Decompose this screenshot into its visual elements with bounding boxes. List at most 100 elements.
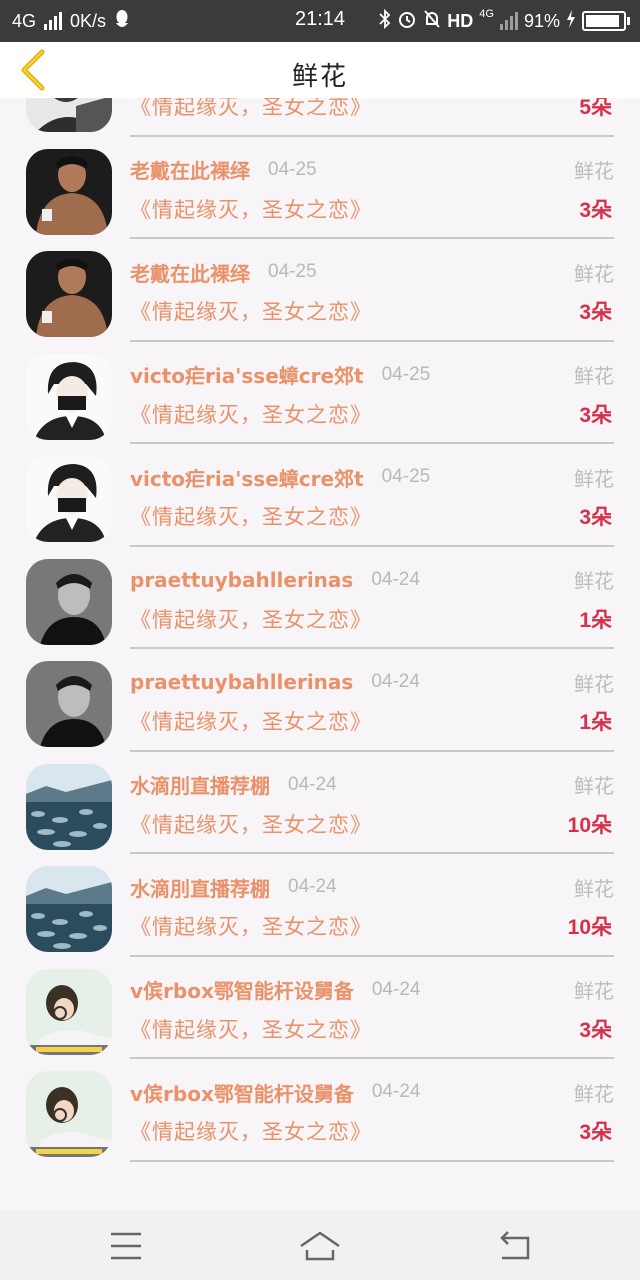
mute-bell-icon [423, 9, 441, 34]
gift-date: 04-24 [371, 671, 420, 692]
record-detail: 《情起缘灭，圣女之恋》 3朵 [130, 398, 614, 430]
book-title[interactable]: 《情起缘灭，圣女之恋》 [130, 604, 372, 634]
flower-count: 3朵 [579, 1121, 612, 1144]
record-header: 水滴刖直播荐棚 04-24 鲜花 [130, 872, 614, 902]
list-item[interactable]: 老戴在此裸绎 04-25 鲜花 《情起缘灭，圣女之恋》 3朵 [0, 235, 640, 342]
menu-icon [111, 1232, 141, 1260]
menu-button[interactable] [104, 1226, 148, 1266]
book-title[interactable]: 《情起缘灭，圣女之恋》 [130, 296, 372, 326]
signal-icon-2 [499, 12, 518, 30]
book-title[interactable]: 《情起缘灭，圣女之恋》 [130, 1116, 372, 1146]
record-header: v傧rbox鄂智能杆设舅备 04-24 鲜花 [130, 975, 614, 1005]
flower-count: 3朵 [579, 506, 612, 529]
avatar[interactable] [26, 968, 112, 1055]
avatar[interactable] [26, 558, 112, 645]
gift-date: 04-24 [371, 1081, 421, 1102]
flower-gift-list[interactable]: steefanoricchi 04-25 鲜花 《情起缘灭，圣女之恋》 5朵 老… [0, 98, 640, 1210]
sender-name[interactable]: v傧rbox鄂智能杆设舅备 [130, 1078, 354, 1107]
flower-count: 3朵 [579, 403, 612, 427]
hd-label: HD [447, 10, 474, 31]
avatar[interactable] [26, 1071, 112, 1157]
home-button[interactable] [298, 1226, 342, 1266]
sender-name[interactable]: victo疟ria'sse蟑cre郊t [130, 463, 364, 492]
record-detail: 《情起缘灭，圣女之恋》 10朵 [130, 910, 614, 942]
list-item[interactable]: 水滴刖直播荐棚 04-24 鲜花 《情起缘灭，圣女之恋》 10朵 [0, 748, 640, 854]
system-nav-bar [0, 1210, 640, 1280]
record-header: 老戴在此裸绎 04-25 鲜花 [130, 257, 614, 287]
record-detail: 《情起缘灭，圣女之恋》 1朵 [130, 603, 614, 635]
book-title[interactable]: 《情起缘灭，圣女之恋》 [130, 1014, 372, 1044]
gift-date: 04-25 [381, 363, 431, 385]
hd-network-label: 4G [479, 8, 494, 20]
sender-name[interactable]: victo疟ria'sse蟑cre郊t [130, 360, 364, 389]
book-title[interactable]: 《情起缘灭，圣女之恋》 [130, 911, 372, 941]
sender-name[interactable]: 水滴刖直播荐棚 [130, 770, 270, 799]
avatar[interactable] [26, 98, 112, 132]
list-item[interactable]: praettuybahllerinas 04-24 鲜花 《情起缘灭，圣女之恋》… [0, 645, 640, 752]
record-header: praettuybahllerinas 04-24 鲜花 [130, 565, 614, 595]
list-item[interactable]: v傧rbox鄂智能杆设舅备 04-24 鲜花 《情起缘灭，圣女之恋》 3朵 [0, 1055, 640, 1162]
avatar[interactable] [26, 763, 112, 850]
book-title[interactable]: 《情起缘灭，圣女之恋》 [130, 501, 372, 531]
record-detail: 《情起缘灭，圣女之恋》 3朵 [130, 295, 614, 327]
flower-count: 3朵 [579, 1018, 612, 1042]
flower-count: 10朵 [567, 813, 612, 837]
gift-type-label: 鲜花 [574, 364, 614, 388]
list-item[interactable]: praettuybahllerinas 04-24 鲜花 《情起缘灭，圣女之恋》… [0, 543, 640, 649]
gift-type-label: 鲜花 [574, 671, 614, 696]
gift-date: 04-25 [268, 158, 317, 180]
gift-type-label: 鲜花 [574, 876, 614, 901]
book-title[interactable]: 《情起缘灭，圣女之恋》 [130, 194, 372, 224]
flower-count: 1朵 [579, 608, 612, 632]
list-item[interactable]: steefanoricchi 04-25 鲜花 《情起缘灭，圣女之恋》 5朵 [0, 98, 640, 137]
book-title[interactable]: 《情起缘灭，圣女之恋》 [130, 706, 372, 736]
back-nav-button[interactable] [494, 1226, 538, 1266]
record-detail: 《情起缘灭，圣女之恋》 3朵 [130, 1115, 614, 1147]
gift-type-label: 鲜花 [574, 159, 614, 183]
avatar[interactable] [26, 251, 112, 337]
avatar[interactable] [26, 456, 112, 542]
record-header: victo疟ria'sse蟑cre郊t 04-25 鲜花 [130, 462, 614, 492]
avatar[interactable] [26, 148, 112, 235]
page-title: 鲜花 [291, 62, 348, 92]
flower-count: 1朵 [579, 711, 612, 734]
sender-name[interactable]: v傧rbox鄂智能杆设舅备 [130, 975, 354, 1004]
gift-type-label: 鲜花 [574, 466, 614, 491]
sender-name[interactable]: praettuybahllerinas [130, 568, 353, 592]
bluetooth-icon [379, 8, 391, 34]
list-item[interactable]: v傧rbox鄂智能杆设舅备 04-24 鲜花 《情起缘灭，圣女之恋》 3朵 [0, 953, 640, 1059]
flower-count: 3朵 [579, 198, 612, 222]
status-bar: 4G 0K/s 21:14 HD 4G 91% [0, 0, 640, 42]
book-title[interactable]: 《情起缘灭，圣女之恋》 [130, 809, 372, 839]
divider [130, 1159, 614, 1162]
gift-date: 04-24 [371, 568, 420, 590]
battery-icon [582, 11, 630, 31]
gift-type-label: 鲜花 [574, 569, 614, 593]
gift-date: 04-25 [381, 466, 431, 487]
gift-type-label: 鲜花 [574, 261, 614, 286]
header: 鲜花 [0, 42, 640, 98]
gift-date: 04-25 [268, 261, 317, 282]
sender-name[interactable]: 水滴刖直播荐棚 [130, 873, 270, 902]
record-detail: 《情起缘灭，圣女之恋》 10朵 [130, 808, 614, 840]
list-item[interactable]: victo疟ria'sse蟑cre郊t 04-25 鲜花 《情起缘灭，圣女之恋》… [0, 440, 640, 547]
record-header: 老戴在此裸绎 04-25 鲜花 [130, 155, 614, 185]
flower-count: 10朵 [567, 916, 612, 939]
gift-date: 04-24 [288, 773, 337, 795]
sender-name[interactable]: praettuybahllerinas [130, 670, 353, 694]
avatar[interactable] [26, 661, 112, 747]
list-item[interactable]: 水滴刖直播荐棚 04-24 鲜花 《情起缘灭，圣女之恋》 10朵 [0, 850, 640, 957]
flower-count: 3朵 [579, 301, 612, 324]
avatar[interactable] [26, 866, 112, 952]
sender-name[interactable]: 老戴在此裸绎 [130, 258, 250, 287]
avatar[interactable] [26, 353, 112, 440]
list-item[interactable]: 老戴在此裸绎 04-25 鲜花 《情起缘灭，圣女之恋》 3朵 [0, 133, 640, 239]
book-title[interactable]: 《情起缘灭，圣女之恋》 [130, 399, 372, 429]
record-header: praettuybahllerinas 04-24 鲜花 [130, 667, 614, 697]
gift-date: 04-24 [371, 978, 421, 1000]
back-arrow-icon [500, 1231, 530, 1260]
list-item[interactable]: victo疟ria'sse蟑cre郊t 04-25 鲜花 《情起缘灭，圣女之恋》… [0, 338, 640, 444]
book-title[interactable]: 《情起缘灭，圣女之恋》 [130, 98, 372, 121]
status-right: HD 4G 91% [379, 8, 630, 34]
sender-name[interactable]: 老戴在此裸绎 [130, 155, 250, 184]
